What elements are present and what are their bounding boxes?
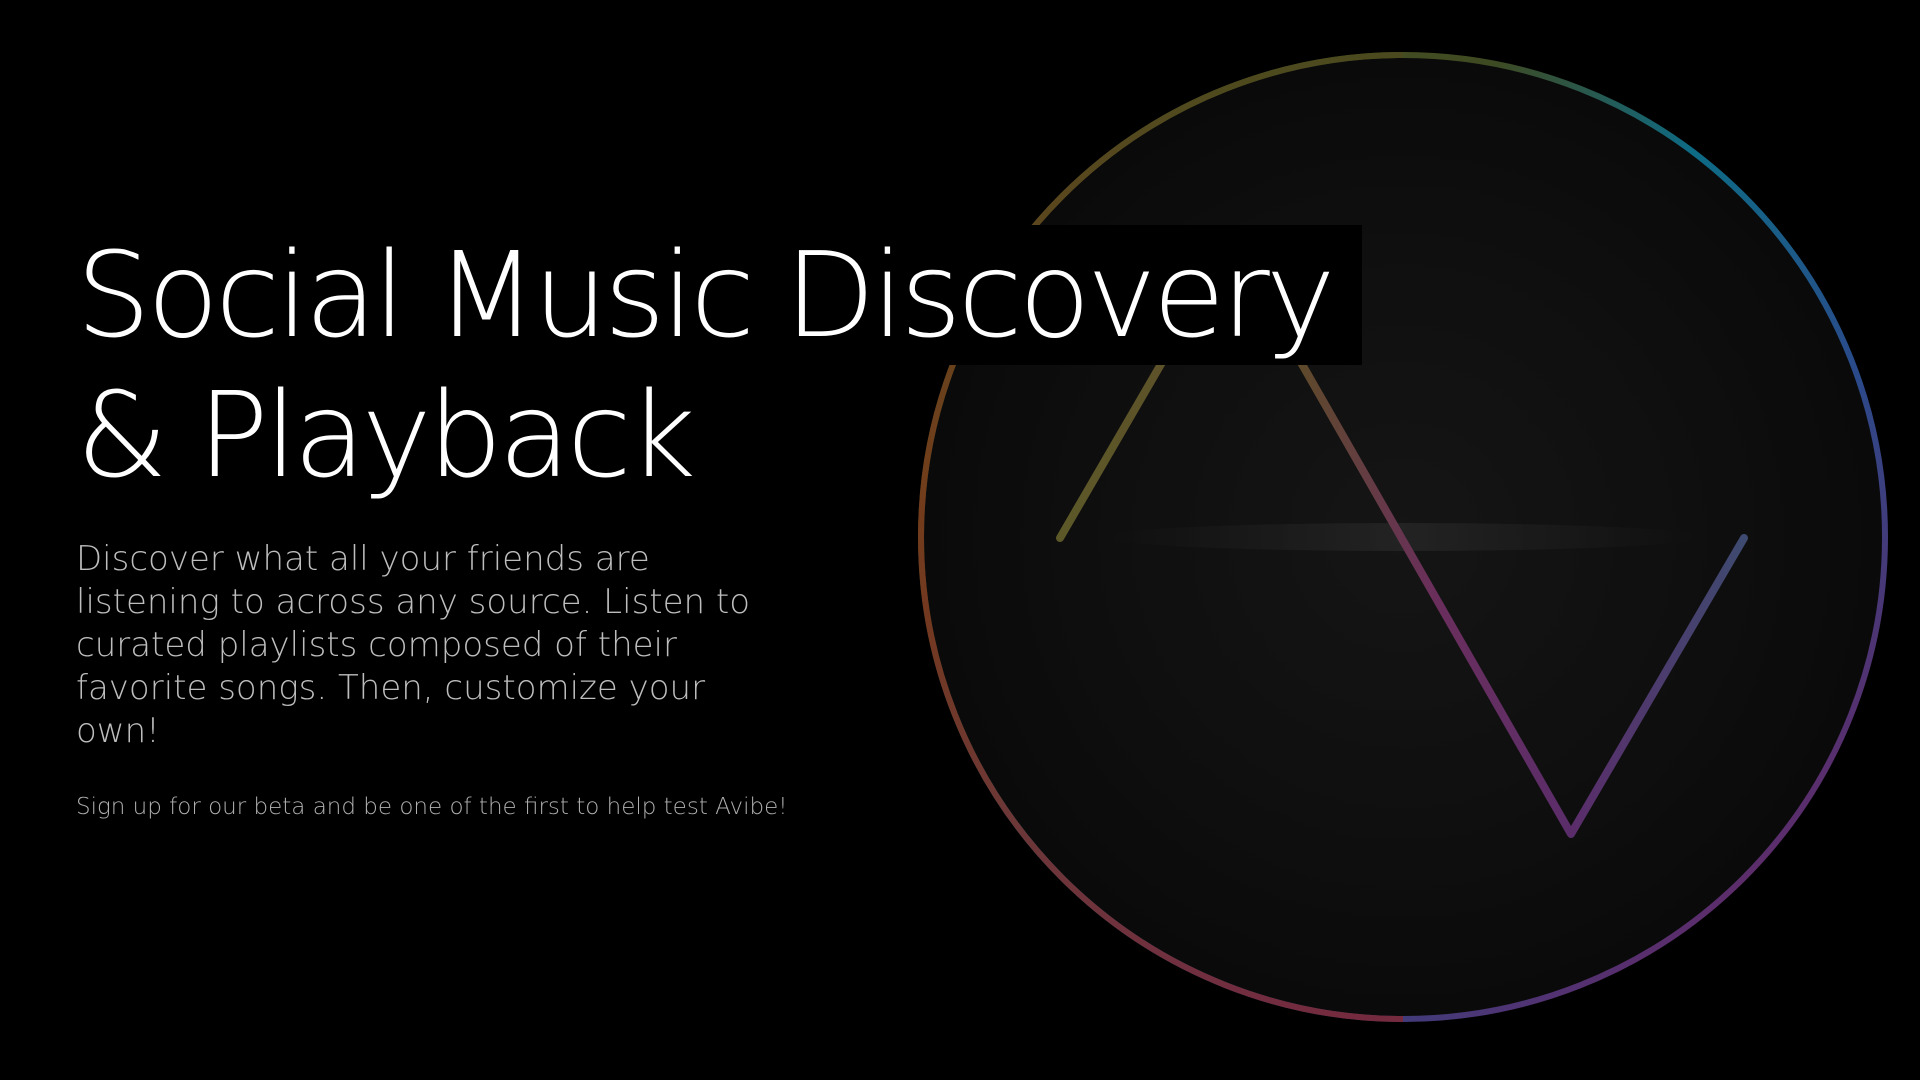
signup-prompt: Sign up for our beta and be one of the f…	[76, 794, 788, 820]
headline-line-2: & Playback	[76, 366, 696, 504]
hero-description: Discover what all your friends are liste…	[76, 539, 751, 751]
page-headline: Social Music Discovery & Playback	[76, 225, 1362, 505]
headline-line-1: Social Music Discovery	[76, 225, 1362, 365]
